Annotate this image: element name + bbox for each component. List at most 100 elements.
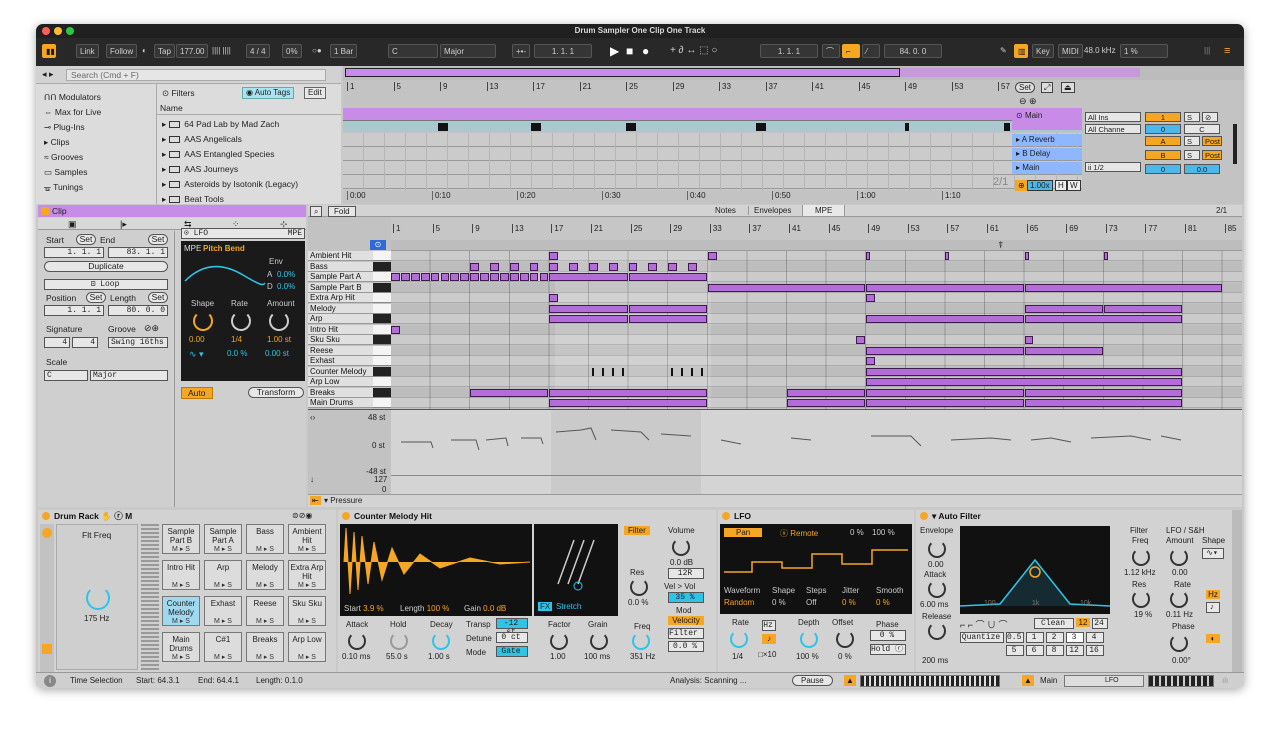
drum-pad[interactable]: Sku Sku M ▸ S	[288, 596, 326, 626]
menu-icon[interactable]: ≡	[1224, 44, 1230, 58]
drum-pad[interactable]: Intro Hit M ▸ S	[162, 560, 200, 590]
piano-key[interactable]	[373, 251, 391, 261]
preview-icon[interactable]: ⊙	[370, 240, 386, 250]
mod-source-select[interactable]: ⊙ LFO MPE	[181, 228, 305, 239]
scale-name-select[interactable]: Major	[90, 370, 168, 381]
piano-key[interactable]	[373, 282, 391, 293]
note[interactable]	[460, 273, 470, 281]
device-activator[interactable]	[42, 512, 50, 520]
lock-icon[interactable]: ⏏	[1061, 82, 1075, 93]
note[interactable]	[1103, 304, 1182, 313]
fx-mode-select[interactable]: Stretch	[556, 602, 581, 611]
drum-pad[interactable]: Bass M ▸ S	[246, 524, 284, 554]
zoom-level[interactable]: 1.00x	[1027, 180, 1053, 191]
overview-strip[interactable]	[860, 675, 1000, 687]
pan-field[interactable]: 0	[1145, 124, 1181, 134]
phase-knob[interactable]	[1170, 634, 1188, 652]
note[interactable]	[688, 262, 697, 271]
fx-button[interactable]: FX	[538, 602, 553, 611]
quantize-select[interactable]: 1 Bar	[330, 44, 358, 58]
device-activator[interactable]	[342, 512, 350, 520]
pad-msp-icon[interactable]: M ▸ S	[163, 581, 199, 590]
clip-activator[interactable]	[41, 207, 49, 215]
expand-icon[interactable]: ⤢	[1041, 82, 1054, 93]
note[interactable]	[450, 273, 460, 281]
note[interactable]	[856, 336, 866, 344]
lane-row[interactable]: Sku Sku	[308, 335, 391, 345]
env-expand-icon[interactable]: ‹›	[310, 413, 315, 422]
note[interactable]	[628, 273, 707, 281]
return-a-activator[interactable]: A	[1145, 136, 1181, 146]
midi-map-button[interactable]: MIDI	[1058, 44, 1083, 58]
sync-icon[interactable]: ♪	[1206, 602, 1220, 613]
drum-pad[interactable]: Reese M ▸ S	[246, 596, 284, 626]
pad-msp-icon[interactable]: M ▸ S	[163, 653, 199, 662]
browser-item[interactable]: ▸ 64 Pad Lab by Mad Zach	[162, 119, 279, 130]
overdub-icon[interactable]: + ∂ ↔ ⬚ ○	[670, 44, 717, 58]
solo-button[interactable]: S	[1184, 112, 1200, 122]
mod-target-select[interactable]: Pitch Bend	[203, 244, 245, 253]
res-knob[interactable]	[630, 578, 648, 596]
drum-pad[interactable]: Ambient Hit M ▸ S	[288, 524, 326, 554]
tap-button[interactable]: Tap	[154, 44, 175, 58]
attack-knob[interactable]	[348, 632, 366, 650]
quantize-button[interactable]: Quantize	[960, 632, 1004, 643]
pan-value[interactable]: 12R	[668, 568, 704, 579]
clip-tab-icon[interactable]: ▣	[68, 219, 77, 230]
x10-toggle[interactable]: □×10	[758, 650, 776, 659]
lane-row[interactable]: Exhast	[308, 356, 391, 366]
record-icon[interactable]: ●	[642, 44, 649, 58]
note[interactable]	[707, 283, 866, 292]
quantize-option[interactable]: 0.5	[1006, 632, 1024, 643]
search-input[interactable]: Search (Cmd + F)	[66, 69, 326, 81]
return-b-solo[interactable]: S	[1184, 150, 1200, 160]
steps-value[interactable]: Off	[806, 598, 817, 607]
drum-pad[interactable]: Sample Part BM ▸ S	[162, 524, 200, 554]
set-locator-button[interactable]: Set	[1015, 82, 1036, 93]
drum-pad[interactable]: Sample Part AM ▸ S	[204, 524, 242, 554]
h-button[interactable]: H	[1055, 180, 1067, 191]
decay-knob[interactable]	[432, 632, 450, 650]
shape-value[interactable]: 0 %	[772, 598, 786, 607]
pad-msp-icon[interactable]: M ▸ S	[205, 545, 241, 554]
lane-row[interactable]: Sample Part A	[308, 272, 391, 282]
lane-row[interactable]: Counter Melody	[308, 366, 391, 377]
note[interactable]	[391, 325, 400, 334]
browser-item[interactable]: ▸ Asteroids by Isotonik (Legacy)	[162, 179, 298, 190]
depth-knob[interactable]	[800, 630, 818, 648]
lane-row[interactable]: Ambient Hit	[308, 251, 391, 261]
sample-tab-icon[interactable]: |▸	[120, 219, 127, 230]
note[interactable]	[420, 273, 430, 281]
piano-key[interactable]	[373, 345, 391, 356]
phase-value[interactable]: 0 %	[870, 630, 906, 641]
scale-select[interactable]: Major	[440, 44, 496, 58]
note[interactable]	[549, 294, 559, 302]
draw-pencil-icon[interactable]: ✎	[1000, 44, 1007, 58]
scale-root-select[interactable]: C	[44, 370, 88, 381]
slope-12-button[interactable]: 12	[1076, 618, 1090, 627]
amount-knob[interactable]	[269, 311, 289, 331]
note[interactable]	[866, 367, 1182, 376]
piano-key[interactable]	[373, 366, 391, 377]
pad-msp-icon[interactable]: M ▸ S	[247, 617, 283, 626]
lane-row[interactable]: Intro Hit	[308, 324, 391, 335]
return-b-post[interactable]: Post	[1202, 150, 1222, 160]
quantize-option[interactable]: 8	[1046, 645, 1064, 656]
rate-knob[interactable]	[1170, 590, 1188, 608]
sync-icon[interactable]: ♪	[762, 634, 776, 644]
sidebar-item-modulators[interactable]: ᑎᑎ Modulators	[44, 92, 101, 103]
offset-knob[interactable]	[836, 630, 854, 648]
sidebar-item-samples[interactable]: ▭ Samples	[44, 167, 87, 178]
rate-knob[interactable]	[231, 311, 251, 331]
quantize-option[interactable]: 4	[1086, 632, 1104, 643]
waveform-select-icon[interactable]: ∿ ▾	[189, 349, 204, 360]
smooth-value[interactable]: 0 %	[876, 598, 890, 607]
note[interactable]	[707, 252, 717, 260]
device-options-icon[interactable]: ⊜⊘◉	[292, 511, 312, 520]
return-a-post[interactable]: Post	[1202, 136, 1222, 146]
note[interactable]	[391, 273, 400, 281]
note[interactable]	[499, 273, 509, 281]
note[interactable]	[648, 262, 658, 271]
pressure-select[interactable]: ▾ Pressure	[324, 496, 362, 505]
note[interactable]	[430, 273, 440, 281]
